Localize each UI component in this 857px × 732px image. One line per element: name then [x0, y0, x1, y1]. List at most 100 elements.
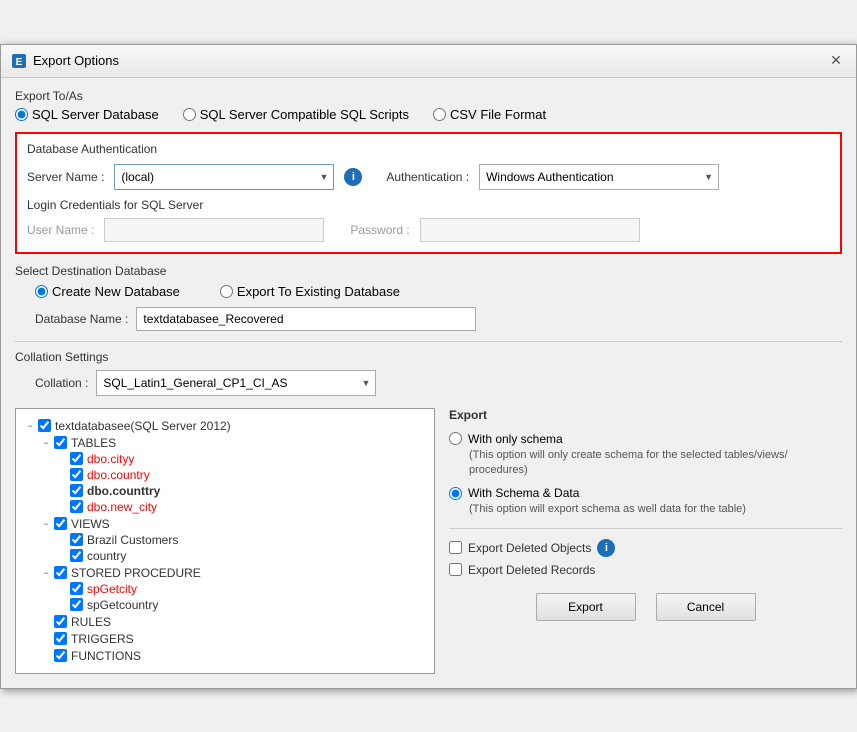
export-deleted-objects-label: Export Deleted Objects: [468, 541, 591, 555]
tree-functions-row: − FUNCTIONS: [40, 648, 426, 664]
password-input[interactable]: [420, 218, 640, 242]
radio-sql-server-db-label: SQL Server Database: [32, 107, 159, 122]
db-name-input[interactable]: [136, 307, 476, 331]
export-deleted-objects-row: Export Deleted Objects i: [449, 539, 842, 557]
tree-rules-checkbox[interactable]: [54, 615, 67, 628]
dialog-title: Export Options: [33, 53, 119, 68]
collation-select[interactable]: SQL_Latin1_General_CP1_CI_AS Latin1_Gene…: [96, 370, 376, 396]
server-name-select[interactable]: (local): [114, 164, 334, 190]
cancel-button[interactable]: Cancel: [656, 593, 756, 621]
export-schema-only-radio[interactable]: [449, 432, 462, 445]
radio-export-existing[interactable]: Export To Existing Database: [220, 284, 400, 299]
export-schema-only-desc: (This option will only create schema for…: [469, 448, 842, 479]
close-button[interactable]: ✕: [826, 51, 846, 71]
export-divider: [449, 528, 842, 529]
tree-tables-row: − TABLES: [40, 435, 426, 451]
tree-new-city-label: dbo.new_city: [85, 500, 159, 514]
app-icon: E: [11, 53, 27, 69]
tree-functions-node: − FUNCTIONS: [40, 648, 426, 664]
tree-sp-children: − spGetcity − spGetcountry: [56, 581, 426, 613]
radio-export-existing-label: Export To Existing Database: [237, 284, 400, 299]
dest-db-section: Select Destination Database Create New D…: [15, 264, 842, 331]
export-schema-data-radio-row: With Schema & Data: [449, 486, 842, 500]
export-to-as-radio-row: SQL Server Database SQL Server Compatibl…: [15, 107, 842, 122]
tree-counttry-checkbox[interactable]: [70, 484, 83, 497]
tree-sp-checkbox[interactable]: [54, 566, 67, 579]
tree-root-checkbox[interactable]: [38, 419, 51, 432]
tree-tables-checkbox[interactable]: [54, 436, 67, 449]
username-input[interactable]: [104, 218, 324, 242]
btn-row: Export Cancel: [449, 593, 842, 621]
radio-create-new[interactable]: Create New Database: [35, 284, 180, 299]
tree-rules-row: − RULES: [40, 614, 426, 630]
tree-functions-label: FUNCTIONS: [69, 649, 143, 663]
tree-new-city-checkbox[interactable]: [70, 500, 83, 513]
radio-sql-server-db[interactable]: SQL Server Database: [15, 107, 159, 122]
tree-spgetcity-checkbox[interactable]: [70, 582, 83, 595]
export-schema-data-desc: (This option will export schema as well …: [469, 502, 842, 517]
dialog-body: Export To/As SQL Server Database SQL Ser…: [1, 78, 856, 688]
creds-row: User Name : Password :: [27, 218, 830, 242]
export-panel-title: Export: [449, 408, 842, 422]
tree-views-checkbox[interactable]: [54, 517, 67, 530]
tree-root-row: − textdatabasee(SQL Server 2012): [24, 418, 426, 434]
server-name-select-wrapper: (local): [114, 164, 334, 190]
tree-root-expand[interactable]: −: [24, 420, 36, 432]
deleted-objects-info-icon[interactable]: i: [597, 539, 615, 557]
server-info-icon[interactable]: i: [344, 168, 362, 186]
bottom-section: − textdatabasee(SQL Server 2012) − TABLE…: [15, 408, 842, 674]
tree-views-children: − Brazil Customers − country: [56, 532, 426, 564]
tree-triggers-checkbox[interactable]: [54, 632, 67, 645]
tree-country-label: dbo.country: [85, 468, 152, 482]
collation-title: Collation Settings: [15, 350, 842, 364]
username-label: User Name :: [27, 223, 94, 237]
login-creds-title: Login Credentials for SQL Server: [27, 198, 830, 212]
radio-create-new-label: Create New Database: [52, 284, 180, 299]
dest-radio-row: Create New Database Export To Existing D…: [15, 284, 842, 299]
tree-brazil-checkbox[interactable]: [70, 533, 83, 546]
tree-country-checkbox[interactable]: [70, 468, 83, 481]
export-to-as-label: Export To/As: [15, 89, 83, 103]
tree-tables-label: TABLES: [69, 436, 118, 450]
export-deleted-objects-checkbox[interactable]: [449, 541, 462, 554]
tree-tables-node: − TABLES − dbo.cityy: [40, 435, 426, 515]
export-schema-data-radio[interactable]: [449, 487, 462, 500]
tree-root-label: textdatabasee(SQL Server 2012): [53, 419, 233, 433]
radio-sql-compatible[interactable]: SQL Server Compatible SQL Scripts: [183, 107, 409, 122]
export-to-as-section: Export To/As SQL Server Database SQL Ser…: [15, 88, 842, 122]
radio-sql-compatible-label: SQL Server Compatible SQL Scripts: [200, 107, 409, 122]
auth-select[interactable]: Windows Authentication SQL Server Authen…: [479, 164, 719, 190]
tree-spgetcountry-checkbox[interactable]: [70, 598, 83, 611]
tree-functions-checkbox[interactable]: [54, 649, 67, 662]
radio-csv-format[interactable]: CSV File Format: [433, 107, 546, 122]
tree-panel: − textdatabasee(SQL Server 2012) − TABLE…: [15, 408, 435, 674]
tree-cityy-checkbox[interactable]: [70, 452, 83, 465]
tree-spgetcountry-label: spGetcountry: [85, 598, 160, 612]
tree-spgetcity-row: − spGetcity: [56, 581, 426, 597]
tree-tables-children: − dbo.cityy − dbo.country: [56, 451, 426, 515]
tree-counttry-row: − dbo.counttry: [56, 483, 426, 499]
tree-triggers-node: − TRIGGERS: [40, 631, 426, 647]
export-schema-only-option: With only schema (This option will only …: [449, 432, 842, 479]
export-button[interactable]: Export: [536, 593, 636, 621]
tree-counttry-label: dbo.counttry: [85, 484, 162, 498]
tree-sp-label: STORED PROCEDURE: [69, 566, 203, 580]
db-auth-section: Database Authentication Server Name : (l…: [15, 132, 842, 254]
tree-tables-expand[interactable]: −: [40, 437, 52, 449]
tree-sp-row: − STORED PROCEDURE: [40, 565, 426, 581]
auth-server-row: Server Name : (local) i Authentication :…: [27, 164, 830, 190]
divider-1: [15, 341, 842, 342]
tree-views-label: VIEWS: [69, 517, 112, 531]
tree-country-view-checkbox[interactable]: [70, 549, 83, 562]
tree-brazil-label: Brazil Customers: [85, 533, 180, 547]
radio-csv-format-label: CSV File Format: [450, 107, 546, 122]
export-deleted-records-label: Export Deleted Records: [468, 563, 595, 577]
auth-select-wrapper: Windows Authentication SQL Server Authen…: [479, 164, 719, 190]
tree-cityy-row: − dbo.cityy: [56, 451, 426, 467]
tree-rules-node: − RULES: [40, 614, 426, 630]
export-schema-data-option: With Schema & Data (This option will exp…: [449, 486, 842, 517]
export-deleted-records-checkbox[interactable]: [449, 563, 462, 576]
collation-row: Collation : SQL_Latin1_General_CP1_CI_AS…: [15, 370, 842, 396]
tree-views-expand[interactable]: −: [40, 518, 52, 530]
tree-sp-expand[interactable]: −: [40, 567, 52, 579]
